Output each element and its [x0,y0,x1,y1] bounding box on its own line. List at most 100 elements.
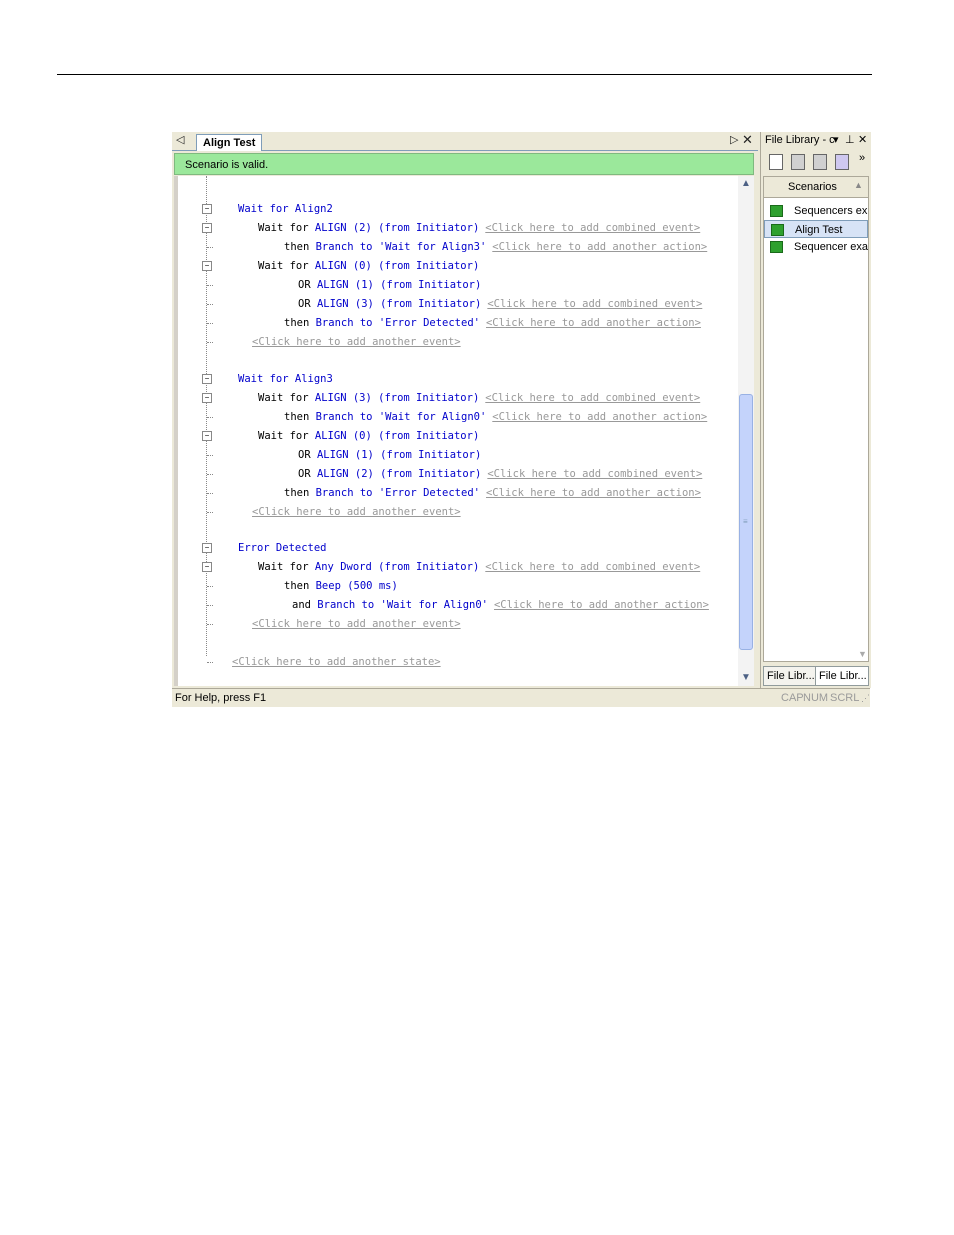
code-keyword: OR [298,449,317,461]
code-line-s1a2[interactable]: then Branch to 'Error Detected' <Click he… [284,314,701,332]
code-line-s1e2b[interactable]: OR ALIGN (1) (from Initiator) [298,276,481,294]
code-line-s3add[interactable]: <Click here to add another event> [252,615,461,633]
code-line-s1add[interactable]: <Click here to add another event> [252,333,461,351]
code-line-s1a1[interactable]: then Branch to 'Wait for Align3' <Click h… [284,238,707,256]
scroll-thumb[interactable]: ≡ [739,394,753,650]
code-line-s2a2[interactable]: then Branch to 'Error Detected' <Click he… [284,484,701,502]
list-item[interactable]: Sequencers ex... [764,202,868,220]
add-item-link[interactable]: <Click here to add combined event> [485,561,700,573]
save-icon[interactable] [791,154,805,170]
add-item-link[interactable]: <Click here to add another action> [492,241,707,253]
collapse-toggle-icon[interactable]: − [202,562,212,572]
code-token-link[interactable]: Branch to 'Error Detected' [316,487,480,499]
save-all-icon[interactable] [835,154,849,170]
code-token-link[interactable]: Branch to 'Wait for Align0' [316,411,487,423]
add-item-link[interactable]: <Click here to add another action> [492,411,707,423]
collapse-toggle-icon[interactable]: − [202,431,212,441]
code-line-s1[interactable]: Wait for Align2 [238,200,333,218]
panel-tab-2[interactable]: File Libr... [815,666,869,686]
code-line-s1e2c[interactable]: OR ALIGN (3) (from Initiator) <Click here… [298,295,702,313]
save-as-icon[interactable] [813,154,827,170]
add-item-link[interactable]: <Click here to add another action> [486,487,701,499]
code-token-link[interactable]: ALIGN (1) (from Initiator) [317,449,481,461]
code-line-s3a1[interactable]: then Beep (500 ms) [284,577,398,595]
scenario-editor[interactable]: Wait for Align2 − Wait for ALIGN (2) (from… [174,176,738,686]
code-token-link[interactable]: Error Detected [238,542,327,554]
code-line-s1e2[interactable]: Wait for ALIGN (0) (from Initiator) [258,257,479,275]
list-item-selected[interactable]: Align Test [764,220,868,238]
code-line-s3a2[interactable]: and Branch to 'Wait for Align0' <Click he… [292,596,709,614]
add-item-link[interactable]: <Click here to add another action> [494,599,709,611]
tree-branch-line [207,455,213,457]
code-token-link[interactable]: ALIGN (0) (from Initiator) [315,430,479,442]
code-keyword: then [284,487,316,499]
collapse-toggle-icon[interactable]: − [202,204,212,214]
code-token-link[interactable]: ALIGN (3) (from Initiator) [315,392,479,404]
code-line-s2e2b[interactable]: OR ALIGN (1) (from Initiator) [298,446,481,464]
code-line-s3e1[interactable]: Wait for Any Dword (from Initiator) <Clic… [258,558,700,576]
code-line-s2e1[interactable]: Wait for ALIGN (3) (from Initiator) <Clic… [258,389,700,407]
list-header-label: Scenarios [788,181,837,193]
code-token-link[interactable]: ALIGN (1) (from Initiator) [317,279,481,291]
code-token-link[interactable]: ALIGN (2) (from Initiator) [315,222,479,234]
code-line-s2[interactable]: Wait for Align3 [238,370,333,388]
code-token-link[interactable]: Branch to 'Wait for Align0' [317,599,488,611]
panel-tab-1[interactable]: File Libr... [763,666,817,686]
collapse-toggle-icon[interactable]: − [202,223,212,233]
code-keyword: then [284,411,316,423]
scroll-down-icon[interactable]: ▼ [738,670,754,686]
code-token-link[interactable]: ALIGN (3) (from Initiator) [317,298,481,310]
add-item-link[interactable]: <Click here to add combined event> [487,298,702,310]
add-item-link[interactable]: <Click here to add another event> [252,506,461,518]
code-line-s2add[interactable]: <Click here to add another event> [252,503,461,521]
resize-grip-icon[interactable]: ⋰ [861,689,870,707]
scrl-indicator: SCRL [830,692,860,704]
add-item-link[interactable]: <Click here to add combined event> [485,222,700,234]
close-panel-icon[interactable]: ✕ [858,133,867,146]
pin-icon[interactable]: ⊥ [845,133,855,146]
list-item-label: Align Test [795,224,843,236]
collapse-toggle-icon[interactable]: − [202,374,212,384]
tab-scroll-left-icon[interactable]: ◁ [176,133,184,146]
code-line-s1e1[interactable]: Wait for ALIGN (2) (from Initiator) <Clic… [258,219,700,237]
tree-branch-line [207,474,213,476]
list-header[interactable]: Scenarios ▲ [764,177,868,198]
code-token-link[interactable]: Wait for Align3 [238,373,333,385]
code-token-link[interactable]: ALIGN (2) (from Initiator) [317,468,481,480]
add-item-link[interactable]: <Click here to add another action> [486,317,701,329]
application-window: ◁ Align Test ▷ ✕ Scenario is valid. Wait… [172,132,871,707]
sort-up-icon[interactable]: ▲ [854,180,863,190]
code-keyword: then [284,241,316,253]
tab-align-test[interactable]: Align Test [196,134,263,151]
add-item-link[interactable]: <Click here to add combined event> [485,392,700,404]
code-line-s2e2[interactable]: Wait for ALIGN (0) (from Initiator) [258,427,479,445]
scroll-up-icon[interactable]: ▲ [738,176,754,192]
toolbar-overflow-icon[interactable]: » [859,152,865,164]
code-token-link[interactable]: ALIGN (0) (from Initiator) [315,260,479,272]
close-tab-icon[interactable]: ✕ [742,132,753,148]
add-item-link[interactable]: <Click here to add another event> [252,336,461,348]
code-keyword: then [284,317,316,329]
tab-scroll-right-icon[interactable]: ▷ [730,133,738,146]
code-token-link[interactable]: Wait for Align2 [238,203,333,215]
code-line-s3[interactable]: Error Detected [238,539,327,557]
tree-branch-line [207,512,213,514]
add-item-link[interactable]: <Click here to add combined event> [487,468,702,480]
add-item-link[interactable]: <Click here to add another state> [232,656,441,668]
code-line-addstate[interactable]: <Click here to add another state> [232,653,441,671]
code-token-link[interactable]: Any Dword (from Initiator) [315,561,479,573]
list-item[interactable]: Sequencer exa... [764,238,868,256]
code-token-link[interactable]: Beep (500 ms) [316,580,398,592]
collapse-toggle-icon[interactable]: − [202,543,212,553]
collapse-toggle-icon[interactable]: − [202,261,212,271]
vertical-scrollbar[interactable]: ▲ ≡ ▼ [738,176,754,686]
dropdown-icon[interactable]: ▾ [833,133,839,146]
add-item-link[interactable]: <Click here to add another event> [252,618,461,630]
new-file-icon[interactable] [769,154,783,170]
code-line-s2e2c[interactable]: OR ALIGN (2) (from Initiator) <Click here… [298,465,702,483]
code-token-link[interactable]: Branch to 'Error Detected' [316,317,480,329]
collapse-toggle-icon[interactable]: − [202,393,212,403]
code-token-link[interactable]: Branch to 'Wait for Align3' [316,241,487,253]
list-scroll-down-icon[interactable]: ▼ [858,649,867,659]
code-line-s2a1[interactable]: then Branch to 'Wait for Align0' <Click h… [284,408,707,426]
